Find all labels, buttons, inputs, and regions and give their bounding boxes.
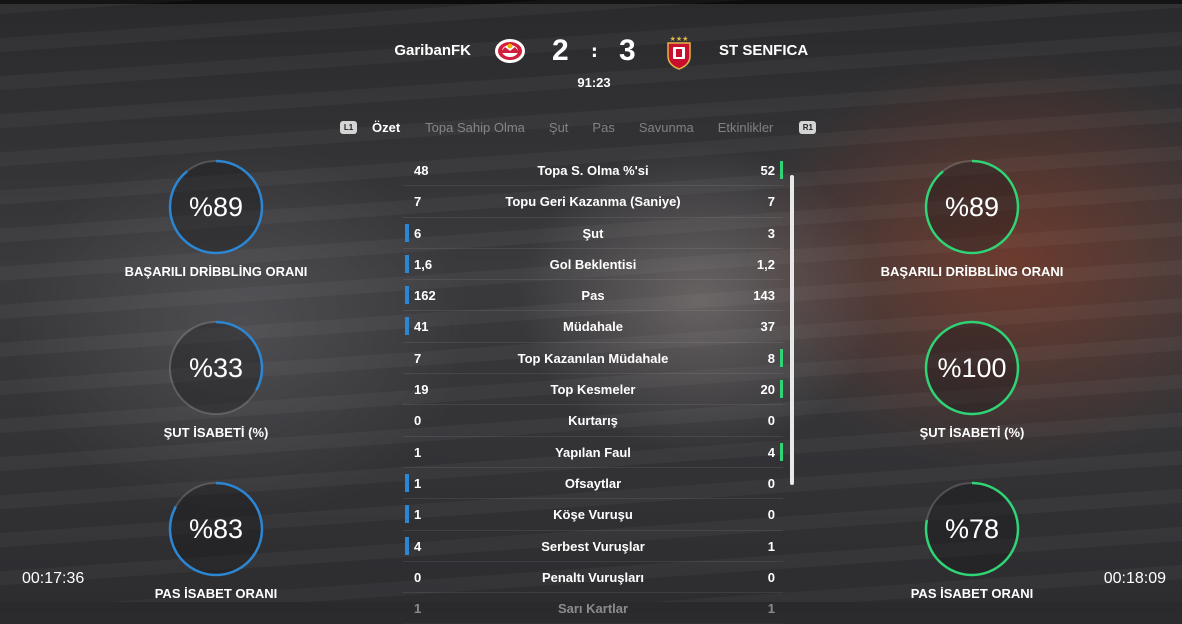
stat-name: Kurtarış xyxy=(568,413,618,429)
score-separator: : xyxy=(591,42,598,62)
l1-button-icon[interactable]: L1 xyxy=(340,120,357,134)
ring-gauge: %89 xyxy=(922,157,1022,257)
table-row: 1 Köşe Vuruşu 0 xyxy=(403,499,783,531)
stat-name: Top Kazanılan Müdahale xyxy=(517,350,669,366)
table-row: 1 Sarı Kartlar 1 xyxy=(403,593,783,624)
stat-label: PAS İSABET ORANI xyxy=(154,586,278,601)
stat-name: Pas xyxy=(581,288,605,304)
table-row: 1 Yapılan Faul 4 xyxy=(403,437,783,468)
away-value: 8 xyxy=(767,350,775,366)
ring-gauge: %89 xyxy=(166,157,266,257)
away-value: 4 xyxy=(767,444,775,460)
ring-gauge: %33 xyxy=(166,318,266,418)
stat-name: Top Kesmeler xyxy=(550,382,636,398)
away-value: 20 xyxy=(760,382,775,398)
away-score: 3 xyxy=(619,34,636,67)
home-score: 2 xyxy=(552,34,569,67)
ring-value: %89 xyxy=(944,192,1000,222)
table-row: 19 Top Kesmeler 20 xyxy=(403,374,783,406)
stat-name: Topa S. Olma %'si xyxy=(537,163,649,178)
stats-tab-bar: L1 Özet Topa Sahip Olma Şut Pas Savunma … xyxy=(340,118,817,136)
away-value: 1,2 xyxy=(756,256,775,272)
away-team-name: ST SENFICA xyxy=(719,42,809,59)
svg-text:★★★: ★★★ xyxy=(670,35,689,43)
away-value: 52 xyxy=(760,163,775,178)
away-value: 0 xyxy=(767,475,775,491)
table-row: 6 Şut 3 xyxy=(403,218,783,249)
ring-gauge: %83 xyxy=(166,479,266,579)
elapsed-timer: 00:17:36 xyxy=(22,570,85,587)
ring-gauge: %100 xyxy=(922,318,1022,418)
stat-name: Gol Beklentisi xyxy=(549,256,637,272)
away-value: 3 xyxy=(767,225,775,241)
stat-name: Penaltı Vuruşları xyxy=(541,569,645,585)
total-timer: 00:18:09 xyxy=(1103,570,1166,587)
r1-button-icon[interactable]: R1 xyxy=(799,120,817,134)
table-row: 7 Top Kazanılan Müdahale 8 xyxy=(403,343,783,375)
table-row: 162 Pas 143 xyxy=(403,280,783,312)
home-pass-accuracy-stat: %83 PAS İSABET ORANI xyxy=(96,479,336,601)
away-value: 1 xyxy=(767,601,775,617)
stat-name: Serbest Vuruşlar xyxy=(541,538,645,554)
match-stats-screen: GaribanFK 2 : 3 ★★★ ST SENFICA 91:23 L1 … xyxy=(0,0,1182,616)
stats-table[interactable]: 4 8 Topa S. Olma %'si 52 7 Topu Geri Kazanma … xyxy=(403,155,783,624)
stat-label: BAŞARILI DRİBBLİNG ORANI xyxy=(124,264,308,279)
tab-shooting[interactable]: Şut xyxy=(549,120,569,135)
home-shot-accuracy-stat: %33 ŞUT İSABETİ (%) xyxy=(96,318,336,440)
table-row: 0 Kurtarış 0 xyxy=(403,405,783,437)
stat-label: ŞUT İSABETİ (%) xyxy=(919,425,1025,440)
stat-label: BAŞARILI DRİBBLİNG ORANI xyxy=(880,264,1064,279)
stat-label: ŞUT İSABETİ (%) xyxy=(163,425,269,440)
ring-value: %100 xyxy=(937,353,1007,383)
away-value: 0 xyxy=(767,569,775,585)
away-value: 143 xyxy=(753,288,775,304)
away-value: 1 xyxy=(767,538,775,554)
tab-defending[interactable]: Savunma xyxy=(639,120,694,135)
stat-name: Yapılan Faul xyxy=(555,444,631,460)
table-row: 1,6 Gol Beklentisi 1,2 xyxy=(403,249,783,281)
ring-value: %83 xyxy=(188,514,244,544)
table-row: 4 Serbest Vuruşlar 1 xyxy=(403,531,783,562)
ring-value: %78 xyxy=(944,514,1000,544)
home-team-name: GaribanFK xyxy=(394,42,471,59)
stat-name: Müdahale xyxy=(563,319,623,335)
table-row: 1 Ofsaytlar 0 xyxy=(403,468,783,500)
table-row: 0 Penaltı Vuruşları 0 xyxy=(403,562,783,594)
stat-name: Köşe Vuruşu xyxy=(553,507,633,523)
stat-name: Sarı Kartlar xyxy=(557,601,629,617)
tab-summary[interactable]: Özet xyxy=(372,120,400,135)
ring-value: %89 xyxy=(188,192,244,222)
table-row: 7 Topu Geri Kazanma (Saniye) 7 xyxy=(403,186,783,218)
away-value: 37 xyxy=(760,319,775,335)
stat-label: PAS İSABET ORANI xyxy=(910,586,1034,601)
ring-gauge: %78 xyxy=(922,479,1022,579)
match-clock: 91:23 xyxy=(577,75,611,90)
away-value: 7 xyxy=(767,194,775,210)
tab-events[interactable]: Etkinlikler xyxy=(718,120,774,135)
stats-scrollbar[interactable] xyxy=(790,175,794,485)
stat-name: Topu Geri Kazanma (Saniye) xyxy=(505,194,681,210)
away-dribbling-stat: %89 BAŞARILI DRİBBLİNG ORANI xyxy=(852,157,1092,279)
away-value: 0 xyxy=(767,413,775,429)
tab-passing[interactable]: Pas xyxy=(592,120,614,135)
home-team-crest-icon xyxy=(495,39,525,63)
away-shot-accuracy-stat: %100 ŞUT İSABETİ (%) xyxy=(852,318,1092,440)
table-row: 41 Müdahale 37 xyxy=(403,311,783,343)
tab-possession[interactable]: Topa Sahip Olma xyxy=(425,120,525,135)
ring-value: %33 xyxy=(188,353,244,383)
stat-name: Ofsaytlar xyxy=(564,475,622,491)
away-pass-accuracy-stat: %78 PAS İSABET ORANI xyxy=(852,479,1092,601)
away-value: 0 xyxy=(767,507,775,523)
away-team-crest-icon: ★★★ xyxy=(667,35,691,70)
home-dribbling-stat: %89 BAŞARILI DRİBBLİNG ORANI xyxy=(96,157,336,279)
table-row: 48 Topa S. Olma %'si 52 xyxy=(403,155,783,187)
stat-name: Şut xyxy=(582,225,604,241)
